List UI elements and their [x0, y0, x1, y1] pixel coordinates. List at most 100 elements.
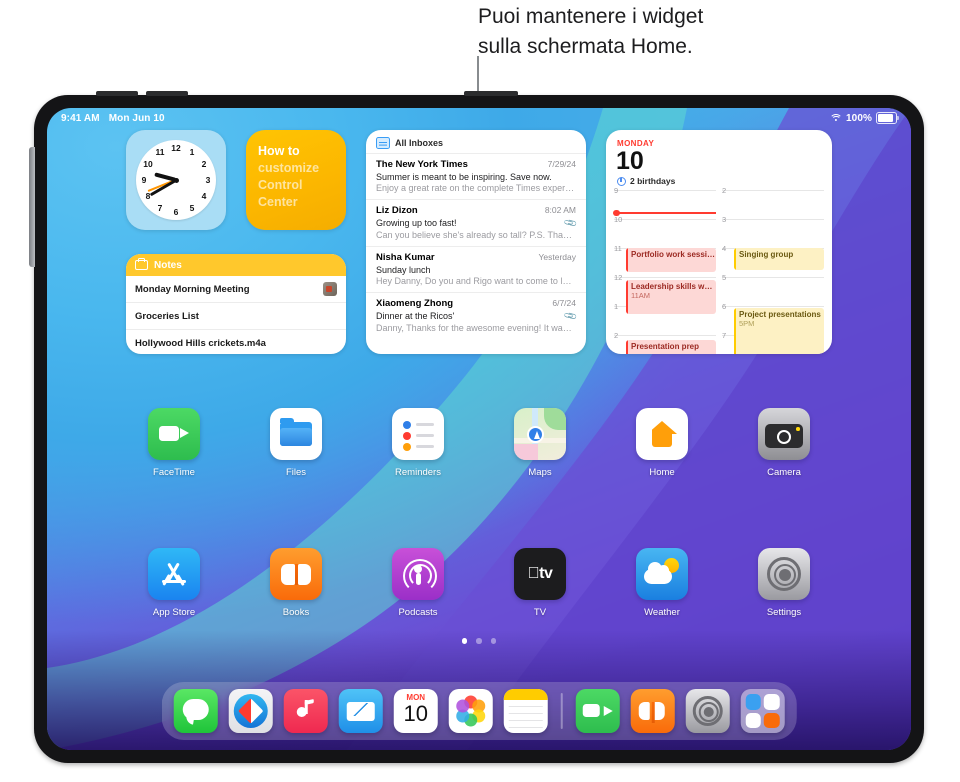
- app-app-store[interactable]: App Store: [113, 548, 235, 618]
- ipad-device: 9:41 AM Mon Jun 10 100% 12 1 2 3 4 5 6 7…: [29, 91, 924, 763]
- note-thumbnail: [323, 282, 337, 296]
- calendar-hour: 12: [614, 273, 623, 282]
- calendar-event[interactable]: Portfolio work session: [626, 248, 716, 272]
- widget-clock[interactable]: 12 1 2 3 4 5 6 7 8 9 10 11: [126, 130, 226, 230]
- mail-preview: Hey Danny, Do you and Rigo want to come …: [376, 276, 576, 286]
- calendar-now-indicator: [613, 210, 716, 215]
- clock-number: 4: [201, 191, 207, 201]
- widget-mail[interactable]: All Inboxes The New York Times 7/29/24 S…: [366, 130, 586, 354]
- mail-date: Yesterday: [538, 252, 577, 262]
- camera-icon: [758, 408, 810, 460]
- calendar-hour: 3: [722, 215, 727, 224]
- note-title: Groceries List: [135, 310, 199, 322]
- app-weather[interactable]: Weather: [601, 548, 723, 618]
- widget-control-center-tip[interactable]: How to customize Control Center: [246, 130, 346, 230]
- calendar-grid: 9 10 11 12 1 2 Portfolio work session Le…: [606, 186, 832, 354]
- calendar-event[interactable]: Singing group: [734, 248, 824, 270]
- calendar-hour: 1: [614, 302, 619, 311]
- page-dot-active[interactable]: [461, 638, 468, 644]
- calendar-event[interactable]: Project presentations 5PM: [734, 308, 824, 354]
- library-tile-safari: [745, 694, 761, 710]
- app-label: Books: [282, 607, 310, 618]
- app-maps[interactable]: Maps: [479, 408, 601, 478]
- dock-app-mail[interactable]: [338, 689, 383, 733]
- clock-number: 10: [143, 159, 153, 169]
- notes-row[interactable]: Hollywood Hills crickets.m4a: [126, 330, 346, 354]
- app-label: App Store: [152, 607, 196, 618]
- event-title: Leadership skills wo…: [631, 282, 716, 291]
- calendar-day-number: 10: [616, 147, 644, 175]
- tip-line-1: How to: [258, 144, 300, 158]
- app-files[interactable]: Files: [235, 408, 357, 478]
- clock-center-pin: [173, 177, 179, 183]
- event-time: 5PM: [739, 319, 755, 328]
- app-store-icon: [148, 548, 200, 600]
- calendar-column-morning: 9 10 11 12 1 2 Portfolio work session Le…: [613, 186, 716, 354]
- app-tv[interactable]: tv TV: [479, 548, 601, 618]
- app-label: FaceTime: [153, 467, 195, 478]
- mail-row[interactable]: Xiaomeng Zhong 6/7/24 Dinner at the Rico…: [366, 292, 586, 339]
- dock-divider: [560, 693, 563, 729]
- calendar-event[interactable]: Leadership skills wo… 11AM: [626, 280, 716, 314]
- app-row: FaceTime Files Reminders Maps Home Camer…: [47, 408, 911, 478]
- calendar-birthdays-label: 2 birthdays: [630, 176, 676, 186]
- clock-number: 2: [201, 159, 207, 169]
- dock-recent-settings[interactable]: [685, 689, 730, 733]
- mail-date: 7/29/24: [547, 159, 576, 169]
- battery-percent-label: 100%: [846, 112, 872, 124]
- volume-down-button[interactable]: [146, 91, 188, 96]
- notes-row[interactable]: Groceries List: [126, 303, 346, 330]
- dock-app-safari[interactable]: [228, 689, 273, 733]
- app-camera[interactable]: Camera: [723, 408, 845, 478]
- calendar-birthdays: 2 birthdays: [606, 175, 832, 190]
- clock-number: 6: [173, 207, 179, 217]
- mail-row[interactable]: Nisha Kumar Yesterday Sunday lunch Hey D…: [366, 246, 586, 292]
- calendar-hour: 7: [722, 331, 727, 340]
- mail-sender: Nisha Kumar: [376, 252, 435, 263]
- app-label: Podcasts: [398, 607, 438, 618]
- app-label: Settings: [766, 607, 802, 618]
- calendar-hour: 11: [614, 244, 622, 253]
- app-home[interactable]: Home: [601, 408, 723, 478]
- mail-row[interactable]: Liz Dizon 8:02 AM Growing up too fast! 📎…: [366, 199, 586, 246]
- dock-app-messages[interactable]: [173, 689, 218, 733]
- dock-app-calendar[interactable]: MON 10: [393, 689, 438, 733]
- weather-icon: [636, 548, 688, 600]
- event-title: Singing group: [739, 250, 794, 259]
- dock-app-music[interactable]: [283, 689, 328, 733]
- screenshot-root: Puoi mantenere i widget sulla schermata …: [0, 0, 960, 782]
- notes-row[interactable]: Monday Morning Meeting: [126, 276, 346, 303]
- dock-recent-books[interactable]: [630, 689, 675, 733]
- calendar-event[interactable]: Presentation prep: [626, 340, 716, 354]
- app-facetime[interactable]: FaceTime: [113, 408, 235, 478]
- tip-line-4: Center: [258, 195, 298, 209]
- power-button[interactable]: [464, 91, 518, 96]
- library-tile-calendar: [763, 694, 780, 710]
- dock-recent-facetime[interactable]: [575, 689, 620, 733]
- app-books[interactable]: Books: [235, 548, 357, 618]
- mail-row[interactable]: The New York Times 7/29/24 Summer is mea…: [366, 153, 586, 199]
- clock-number: 1: [189, 147, 195, 157]
- mail-preview: Danny, Thanks for the awesome evening! I…: [376, 323, 576, 333]
- app-settings[interactable]: Settings: [723, 548, 845, 618]
- mail-subject: Summer is meant to be inspiring. Save no…: [376, 171, 552, 182]
- page-dot[interactable]: [476, 638, 482, 644]
- facetime-icon: [148, 408, 200, 460]
- dock-app-notes[interactable]: [503, 689, 548, 733]
- page-dot[interactable]: [490, 638, 497, 644]
- wifi-icon: [829, 113, 843, 123]
- dock-app-photos[interactable]: [448, 689, 493, 733]
- widget-calendar[interactable]: MONDAY 10 2 birthdays 9 10 11 12 1 2 Por…: [606, 130, 832, 354]
- dock-app-library[interactable]: [740, 689, 785, 733]
- library-tile-books: [763, 712, 780, 728]
- mail-widget-header: All Inboxes: [366, 130, 586, 153]
- note-title: Hollywood Hills crickets.m4a: [135, 337, 266, 349]
- mail-subject: Growing up too fast!: [376, 218, 457, 228]
- clock-number: 9: [141, 175, 147, 185]
- mail-sender: Xiaomeng Zhong: [376, 298, 454, 309]
- app-podcasts[interactable]: Podcasts: [357, 548, 479, 618]
- volume-up-button[interactable]: [96, 91, 138, 96]
- page-indicator[interactable]: [47, 638, 911, 644]
- app-reminders[interactable]: Reminders: [357, 408, 479, 478]
- widget-notes[interactable]: Notes Monday Morning Meeting Groceries L…: [126, 254, 346, 354]
